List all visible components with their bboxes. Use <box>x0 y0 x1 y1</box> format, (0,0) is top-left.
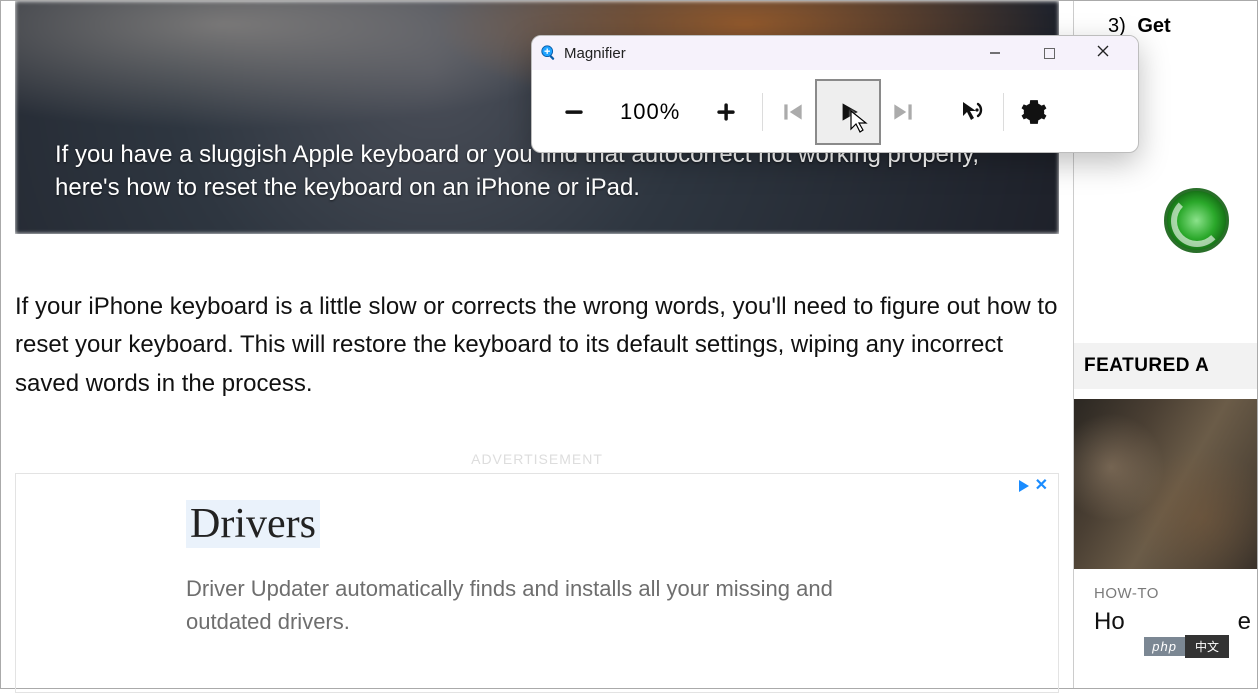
next-sentence-button[interactable] <box>881 84 925 140</box>
zoom-in-button[interactable] <box>698 84 754 140</box>
sidebar-list-text: Get <box>1137 15 1170 37</box>
ad-description: Driver Updater automatically finds and i… <box>186 572 918 638</box>
sidebar-list-item[interactable]: 3) Get <box>1074 1 1257 38</box>
minimize-button[interactable] <box>968 36 1022 70</box>
zoom-out-button[interactable] <box>546 84 602 140</box>
play-reading-button[interactable] <box>815 79 881 145</box>
toolbar-separator <box>762 93 763 131</box>
badge-left: php <box>1144 637 1185 656</box>
close-icon <box>1096 44 1110 62</box>
sidebar-article-thumbnail[interactable] <box>1074 399 1257 569</box>
play-icon <box>835 99 861 125</box>
previous-icon <box>780 99 806 125</box>
minus-icon <box>561 99 587 125</box>
zoom-level-display: 100% <box>602 99 698 125</box>
adchoices-icon[interactable] <box>1019 480 1029 492</box>
php-watermark-badge: php 中文 <box>1144 635 1229 658</box>
ad-headline: Drivers <box>186 500 320 548</box>
sidebar-article-category: HOW-TO <box>1074 569 1257 602</box>
sidebar-list-number: 3) <box>1108 15 1126 37</box>
next-icon <box>890 99 916 125</box>
sidebar-featured-heading: FEATURED A <box>1074 343 1257 389</box>
magnifier-app-icon <box>540 44 558 62</box>
plus-icon <box>713 99 739 125</box>
advertisement-label: ADVERTISEMENT <box>1 451 1073 467</box>
magnifier-titlebar[interactable]: Magnifier <box>532 36 1138 70</box>
toolbar-separator <box>1003 93 1004 131</box>
close-button[interactable] <box>1076 36 1130 70</box>
maximize-button[interactable] <box>1022 36 1076 70</box>
magnifier-title-text: Magnifier <box>564 45 968 62</box>
swirl-logo-icon[interactable] <box>1164 188 1229 253</box>
ad-close-icon[interactable]: ✕ <box>1035 480 1048 492</box>
advertisement-box[interactable]: ✕ Drivers Driver Updater automatically f… <box>15 473 1059 693</box>
previous-sentence-button[interactable] <box>771 84 815 140</box>
badge-right: 中文 <box>1185 635 1229 658</box>
cursor-sound-icon <box>960 99 986 125</box>
magnifier-window[interactable]: Magnifier 100% <box>531 35 1139 153</box>
read-from-cursor-button[interactable] <box>951 84 995 140</box>
magnifier-toolbar: 100% <box>532 70 1138 153</box>
gear-icon <box>1021 99 1047 125</box>
sidebar-article-title[interactable]: Ho e <box>1074 602 1257 636</box>
settings-button[interactable] <box>1012 84 1056 140</box>
article-paragraph: If your iPhone keyboard is a little slow… <box>1 234 1073 403</box>
maximize-icon <box>1044 48 1055 59</box>
